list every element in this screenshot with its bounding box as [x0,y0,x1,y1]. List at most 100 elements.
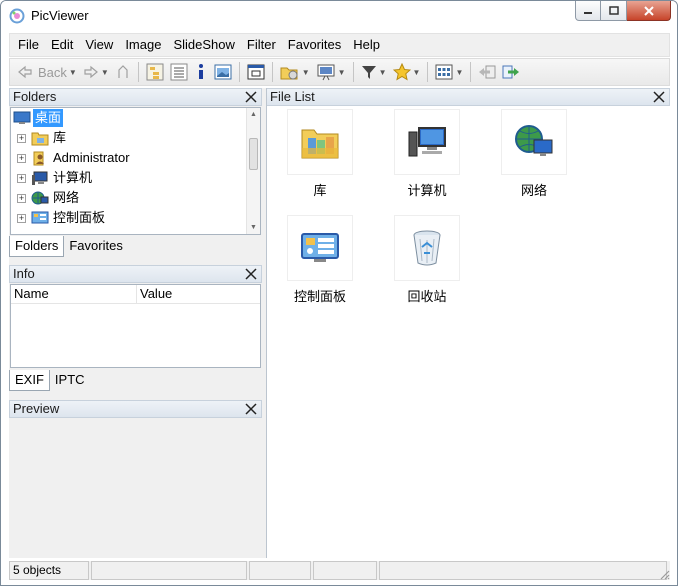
folder-tree-button[interactable] [143,60,167,84]
status-field [91,561,247,580]
preview-panel-header: Preview [9,400,262,418]
scroll-thumb[interactable] [249,138,258,170]
back-dropdown-icon[interactable]: ▼ [69,68,77,77]
close-icon[interactable] [243,401,259,417]
slideshow-dropdown-icon[interactable]: ▼ [338,68,346,77]
toolbar-separator [352,62,354,82]
library-icon [31,132,49,146]
tree-item-label: 网络 [53,190,80,205]
menu-image[interactable]: Image [119,34,167,56]
app-window: PicViewer File Edit View Image SlideShow… [0,0,678,586]
open-folder-button[interactable]: ▼ [277,60,313,84]
preview-area [9,418,262,558]
view-mode-button[interactable]: ▼ [432,60,466,84]
scroll-down-icon[interactable]: ▼ [247,221,260,234]
file-item-library[interactable]: 库 [269,109,359,209]
status-bar: 5 objects [9,561,670,580]
tree-item-control-panel[interactable]: + 控制面板 [11,208,260,228]
expand-icon[interactable]: + [17,194,26,203]
tab-exif[interactable]: EXIF [9,370,50,391]
favorites-button[interactable]: ▼ [390,60,424,84]
menu-filter[interactable]: Filter [241,34,282,56]
tree-scrollbar[interactable]: ▲ ▼ [246,108,260,234]
control-panel-icon [31,211,49,224]
file-list-header: File List [267,88,670,106]
computer-icon [32,171,48,185]
slideshow-icon [317,64,335,81]
previous-image-button[interactable] [475,60,499,84]
preview-icon [214,64,232,80]
info-button[interactable] [191,60,211,84]
tab-favorites[interactable]: Favorites [64,236,127,257]
forward-button[interactable]: ▼ [80,60,112,84]
favorites-dropdown-icon[interactable]: ▼ [413,68,421,77]
file-item-network[interactable]: 网络 [483,109,573,209]
open-folder-dropdown-icon[interactable]: ▼ [302,68,310,77]
expand-icon[interactable]: + [17,134,26,143]
resize-grip-icon[interactable] [658,568,670,580]
menu-favorites[interactable]: Favorites [282,34,347,56]
file-item-label: 网络 [520,183,547,198]
thumbnail [287,215,353,281]
menu-slideshow[interactable]: SlideShow [167,34,240,56]
close-icon [643,5,654,16]
up-folder-button[interactable] [112,60,134,84]
close-icon[interactable] [243,89,259,105]
next-image-button[interactable] [499,60,523,84]
back-button[interactable]: Back ▼ [14,60,80,84]
toolbar-separator [238,62,240,82]
minimize-icon [584,11,592,14]
close-icon[interactable] [243,266,259,282]
maximize-icon [608,6,619,15]
network-icon [31,191,49,205]
minimize-button[interactable] [575,1,601,21]
fullscreen-button[interactable] [244,60,268,84]
folders-panel-title: Folders [13,89,57,104]
computer-icon [408,127,446,157]
desktop-icon [13,111,31,124]
tree-item-administrator[interactable]: + Administrator [11,148,260,168]
folders-panel-header: Folders [9,88,262,106]
expand-icon[interactable]: + [17,154,26,163]
tree-item-computer[interactable]: + 计算机 [11,168,260,188]
slideshow-button[interactable]: ▼ [313,60,349,84]
folder-tree[interactable]: 桌面 + 库 + Administrator + 计算机 + 网络 + 控制面板… [10,107,261,235]
network-icon [515,125,553,156]
filter-button[interactable]: ▼ [358,60,390,84]
close-button[interactable] [627,1,671,21]
column-header-name[interactable]: Name [11,285,136,303]
tab-folders[interactable]: Folders [9,236,65,257]
app-icon [9,8,25,24]
tree-item-library[interactable]: + 库 [11,128,260,148]
forward-dropdown-icon[interactable]: ▼ [101,68,109,77]
filter-dropdown-icon[interactable]: ▼ [379,68,387,77]
list-view-button[interactable] [167,60,191,84]
view-mode-dropdown-icon[interactable]: ▼ [455,68,463,77]
title-bar[interactable]: PicViewer [1,1,677,31]
column-header-value[interactable]: Value [136,285,260,303]
tree-item-label: 桌面 [33,109,64,127]
folder-options-icon [280,67,298,80]
tree-item-network[interactable]: + 网络 [11,188,260,208]
status-field [379,561,667,580]
tab-iptc[interactable]: IPTC [50,370,90,391]
tree-item-label: 控制面板 [53,210,106,225]
menu-edit[interactable]: Edit [45,34,79,56]
file-item-computer[interactable]: 计算机 [376,109,466,209]
scroll-up-icon[interactable]: ▲ [247,108,260,121]
file-item-control-panel[interactable]: 控制面板 [269,215,359,315]
info-list[interactable]: Name Value [10,284,261,368]
expand-icon[interactable]: + [17,174,26,183]
control-panel-icon [301,233,339,262]
expand-icon[interactable]: + [17,214,26,223]
maximize-button[interactable] [601,1,627,21]
preview-button[interactable] [211,60,235,84]
menu-file[interactable]: File [12,34,45,56]
tree-item-desktop[interactable]: 桌面 [11,108,260,128]
close-icon[interactable] [651,89,667,105]
file-item-label: 控制面板 [293,289,346,304]
menu-view[interactable]: View [79,34,119,56]
file-item-recycle-bin[interactable]: 回收站 [376,215,466,315]
menu-bar: File Edit View Image SlideShow Filter Fa… [9,33,670,57]
menu-help[interactable]: Help [347,34,386,56]
